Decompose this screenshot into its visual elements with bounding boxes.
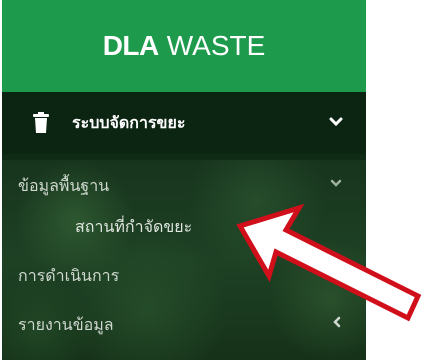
annotation-arrow-icon bbox=[236, 203, 422, 322]
